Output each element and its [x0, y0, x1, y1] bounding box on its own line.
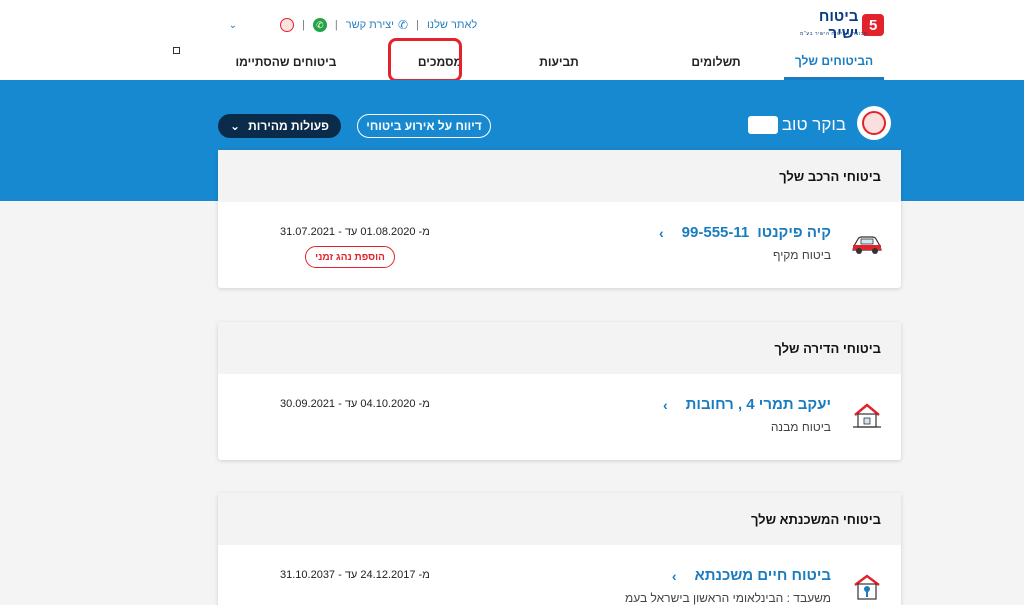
house-icon: [849, 398, 885, 434]
whatsapp-icon[interactable]: ✆: [312, 18, 327, 32]
phone-icon[interactable]: ✆: [398, 18, 408, 32]
policy-lien-holder: משעבד : הבינלאומי הראשון בישראל בעמ: [625, 591, 831, 605]
small-square-icon: [173, 47, 180, 54]
utility-bar: ⌄ | ✆ | יצירת קשר ✆ | לאתר שלנו: [226, 16, 477, 34]
brand-tagline: קבוצת הביטוח הישיר בע"מ: [800, 31, 868, 37]
user-name-mask: [747, 116, 778, 134]
quick-actions-label: פעולות מהירות: [248, 119, 329, 133]
house-key-icon: [849, 569, 885, 605]
card-title: ביטוחי המשכנתא שלך: [218, 493, 901, 545]
car-insurance-card: ביטוחי הרכב שלך קיה פיקנטו 99-555-11 › ב…: [218, 150, 901, 288]
vehicle-model: קיה פיקנטו: [757, 224, 831, 241]
tab-my-insurances[interactable]: הביטוחים שלך: [784, 44, 884, 80]
divider: |: [334, 19, 338, 31]
policy-title[interactable]: יעקב תמרי 4 , רחובות ›: [663, 396, 831, 413]
vehicle-plate: 99-555-11: [681, 224, 750, 241]
chevron-down-icon: ⌄: [230, 119, 241, 133]
website-link[interactable]: לאתר שלנו: [427, 19, 477, 31]
greeting: בוקר טוב: [734, 114, 846, 136]
card-title: ביטוחי הרכב שלך: [218, 150, 901, 202]
tab-ended-insurances[interactable]: ביטוחים שהסתיימו: [226, 44, 346, 80]
divider: |: [416, 19, 419, 31]
chevron-left-icon: ›: [662, 396, 668, 413]
policy-title[interactable]: ביטוח חיים משכנתא ›: [672, 567, 831, 584]
policy-title[interactable]: קיה פיקנטו 99-555-11 ›: [659, 224, 831, 241]
tab-payments[interactable]: תשלומים: [666, 44, 766, 80]
policy-row[interactable]: קיה פיקנטו 99-555-11 › ביטוח מקיף מ- 01.…: [218, 202, 901, 288]
car-icon: [849, 226, 885, 262]
quick-actions-button[interactable]: פעולות מהירות ⌄: [218, 114, 341, 138]
chevron-left-icon: ›: [659, 224, 664, 241]
avatar-icon[interactable]: [280, 18, 294, 32]
contact-link[interactable]: יצירת קשר: [346, 19, 394, 31]
card-title: ביטוחי הדירה שלך: [218, 322, 901, 374]
top-header: 5 ביטוח ישיר קבוצת הביטוח הישיר בע"מ ⌄ |…: [0, 0, 1024, 82]
policy-type: ביטוח מבנה: [770, 420, 831, 434]
tab-claims[interactable]: תביעות: [509, 44, 609, 80]
chevron-down-icon[interactable]: ⌄: [226, 20, 240, 31]
home-insurance-card: ביטוחי הדירה שלך יעקב תמרי 4 , רחובות › …: [218, 322, 901, 460]
report-claim-button[interactable]: דיווח על אירוע ביטוחי: [357, 114, 491, 138]
mortgage-insurance-card: ביטוחי המשכנתא שלך ביטוח חיים משכנתא › מ…: [218, 493, 901, 605]
policy-dates: מ- 24.12.2017 עד - 31.10.2037: [280, 569, 430, 581]
policy-row[interactable]: ביטוח חיים משכנתא › משעבד : הבינלאומי הר…: [218, 545, 901, 605]
policy-row[interactable]: יעקב תמרי 4 , רחובות › ביטוח מבנה מ- 04.…: [218, 374, 901, 460]
policy-dates: מ- 01.08.2020 עד - 31.07.2021: [280, 226, 430, 238]
divider: |: [302, 19, 305, 31]
add-temp-driver-button[interactable]: הוספת נהג זמני: [305, 246, 395, 268]
policy-dates: מ- 04.10.2020 עד - 30.09.2021: [280, 398, 430, 410]
documents-tab-highlight: [388, 38, 462, 82]
user-avatar-icon: [857, 106, 891, 140]
property-address: יעקב תמרי 4 , רחובות: [685, 396, 831, 413]
chevron-left-icon: ›: [671, 567, 677, 584]
greeting-text: בוקר טוב: [781, 115, 846, 134]
policy-type: ביטוח מקיף: [772, 248, 831, 262]
policy-name: ביטוח חיים משכנתא: [694, 567, 831, 584]
